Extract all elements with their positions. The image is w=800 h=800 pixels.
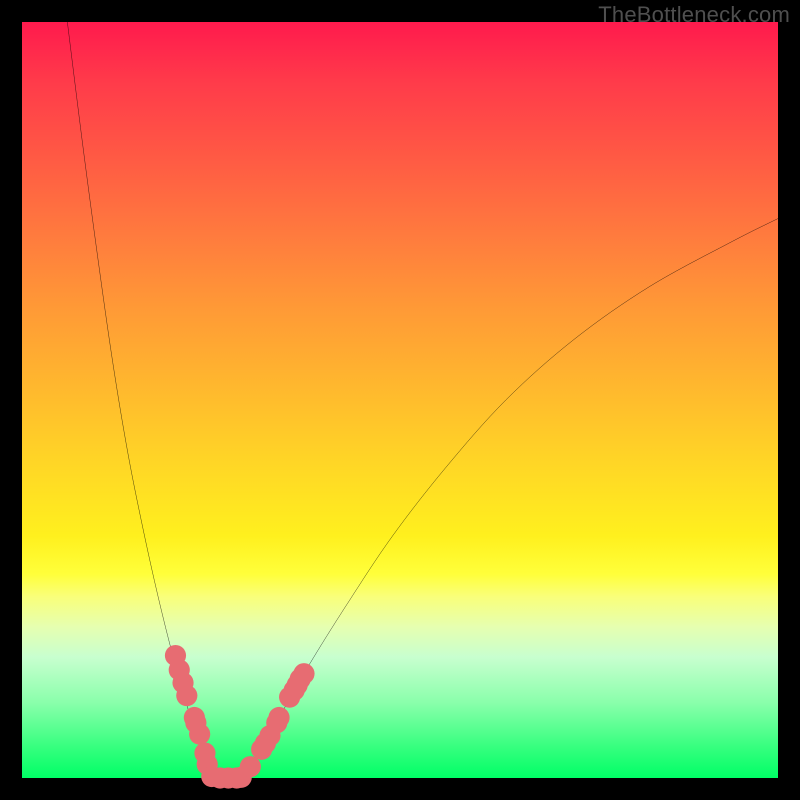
marker-layer xyxy=(165,645,315,789)
plot-area xyxy=(22,22,778,778)
marker-right-cluster xyxy=(293,663,314,684)
marker-left-cluster xyxy=(176,685,197,706)
watermark-text: TheBottleneck.com xyxy=(598,2,790,28)
marker-left-cluster xyxy=(189,724,210,745)
marker-right-cluster xyxy=(240,756,261,777)
marker-right-cluster xyxy=(268,707,289,728)
series-right-branch xyxy=(241,219,778,778)
chart-svg xyxy=(22,22,778,778)
series-left-branch xyxy=(67,22,211,778)
outer-frame: TheBottleneck.com xyxy=(0,0,800,800)
watermark-label: TheBottleneck.com xyxy=(598,2,790,27)
